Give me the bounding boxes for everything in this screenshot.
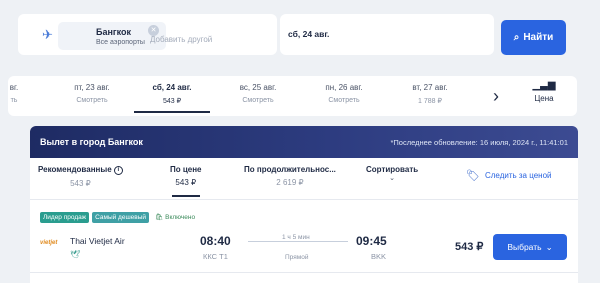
date-cell-1[interactable]: сб, 24 авг. 543 ₽ bbox=[128, 76, 216, 116]
track-price-link[interactable]: 🏷 Следить за ценой bbox=[466, 169, 552, 182]
sort-tab-value: 2 619 ₽ bbox=[276, 178, 304, 187]
sort-tab-price[interactable]: По цене 543 ₽ bbox=[170, 165, 202, 197]
sort-dropdown-label: Сортировать bbox=[366, 165, 419, 174]
results-title: Вылет в город Бангкок bbox=[40, 137, 143, 147]
date-value: сб, 24 авг. bbox=[288, 29, 330, 39]
airline-logo: vietjet bbox=[40, 240, 58, 246]
search-icon: ⌕ bbox=[513, 32, 520, 43]
sort-row: Рекомендованные i 543 ₽ По цене 543 ₽ По… bbox=[30, 158, 578, 200]
price-toggle[interactable]: ▁▃▆ Цена bbox=[520, 80, 568, 112]
date-price: Смотреть bbox=[242, 97, 274, 104]
sort-dropdown[interactable]: Сортировать ⌄ bbox=[366, 165, 418, 182]
select-button[interactable]: Выбрать ⌄ bbox=[493, 234, 567, 260]
sort-tab-label: По цене bbox=[170, 165, 202, 174]
price-toggle-label: Цена bbox=[534, 94, 554, 103]
find-button[interactable]: ⌕ Найти bbox=[501, 20, 566, 55]
search-card: ✈ Бангкок Все аэропорты ✕ bbox=[18, 14, 277, 55]
destination-airports: Все аэропорты bbox=[96, 39, 145, 46]
date-day: вт, 27 авг. bbox=[412, 83, 448, 92]
date-price: Смотреть bbox=[76, 97, 108, 104]
date-cell-2[interactable]: вс, 25 авг. Смотреть bbox=[214, 76, 302, 116]
flight-price: 543 ₽ bbox=[455, 241, 484, 253]
arrival-airport: BKK bbox=[371, 252, 387, 261]
row-divider bbox=[30, 272, 578, 273]
bag-icon: 🛍 bbox=[155, 214, 164, 221]
arrival-time: 09:45 bbox=[356, 234, 387, 248]
tag-icon: 🏷 bbox=[466, 170, 480, 182]
date-day: сб, 24 авг. bbox=[152, 83, 192, 92]
bar-chart-icon: ▁▃▆ bbox=[532, 80, 556, 91]
date-cell-4[interactable]: вт, 27 авг. 1 788 ₽ bbox=[386, 76, 474, 116]
date-day: вс, 25 авг. bbox=[239, 83, 277, 92]
track-price-label: Следить за ценой bbox=[484, 171, 552, 180]
sort-tab-value: 543 ₽ bbox=[175, 178, 197, 187]
date-day: пт, 23 авг. bbox=[74, 83, 110, 92]
results-banner: Вылет в город Бангкок *Последнее обновле… bbox=[30, 126, 578, 158]
date-cell-0[interactable]: пт, 23 авг. Смотреть bbox=[48, 76, 136, 116]
chevron-down-icon: ⌄ bbox=[389, 175, 396, 182]
direct-label: Прямой bbox=[285, 254, 309, 261]
date-day: пн, 26 авг. bbox=[325, 83, 363, 92]
date-strip: вг. ть пт, 23 авг. Смотреть сб, 24 авг. 5… bbox=[8, 76, 577, 116]
badge-included: 🛍 Включено bbox=[155, 214, 196, 221]
date-price: 543 ₽ bbox=[162, 98, 182, 105]
date-cell-partial[interactable]: вг. ть bbox=[4, 76, 24, 116]
destination-city: Бангкок bbox=[96, 27, 132, 37]
sort-tab-value: 543 ₽ bbox=[70, 179, 91, 188]
badge-bestseller: Лидер продаж bbox=[40, 211, 90, 223]
results-panel: Вылет в город Бангкок *Последнее обновле… bbox=[30, 126, 578, 283]
duration-line bbox=[248, 241, 348, 242]
add-other-destination[interactable]: Добавить другой bbox=[150, 35, 212, 44]
departure-airport: ККС Т1 bbox=[203, 252, 228, 261]
date-field[interactable]: сб, 24 авг. bbox=[280, 14, 494, 55]
sort-tab-label: Рекомендованные bbox=[38, 165, 112, 174]
date-price: Смотреть bbox=[328, 97, 360, 104]
airline-name: Thai Vietjet Air bbox=[70, 236, 125, 246]
badge-cheapest: Самый дешевый bbox=[92, 211, 150, 223]
flight-badges: Лидер продаж Самый дешевый 🛍 Включено bbox=[40, 211, 198, 223]
sort-tab-duration[interactable]: По продолжительнос... 2 619 ₽ bbox=[244, 165, 336, 187]
last-update: *Последнее обновление: 16 июля, 2024 г.,… bbox=[390, 138, 568, 147]
flight-duration: 1 ч 5 мин bbox=[280, 234, 312, 241]
date-cell-3[interactable]: пн, 26 авг. Смотреть bbox=[300, 76, 388, 116]
sort-tab-recommended[interactable]: Рекомендованные i 543 ₽ bbox=[38, 165, 123, 188]
airline-bird-icon: 🕊 bbox=[70, 250, 81, 259]
find-button-label: Найти bbox=[523, 32, 554, 43]
next-dates-chevron-icon[interactable]: › bbox=[483, 84, 509, 110]
plane-icon: ✈ bbox=[42, 27, 53, 42]
sort-tab-label: По продолжительнос... bbox=[244, 165, 336, 174]
info-icon[interactable]: i bbox=[113, 166, 123, 175]
departure-time: 08:40 bbox=[200, 234, 231, 248]
chevron-down-icon: ⌄ bbox=[545, 241, 553, 252]
date-price: 1 788 ₽ bbox=[418, 98, 442, 105]
select-button-label: Выбрать bbox=[507, 242, 542, 252]
